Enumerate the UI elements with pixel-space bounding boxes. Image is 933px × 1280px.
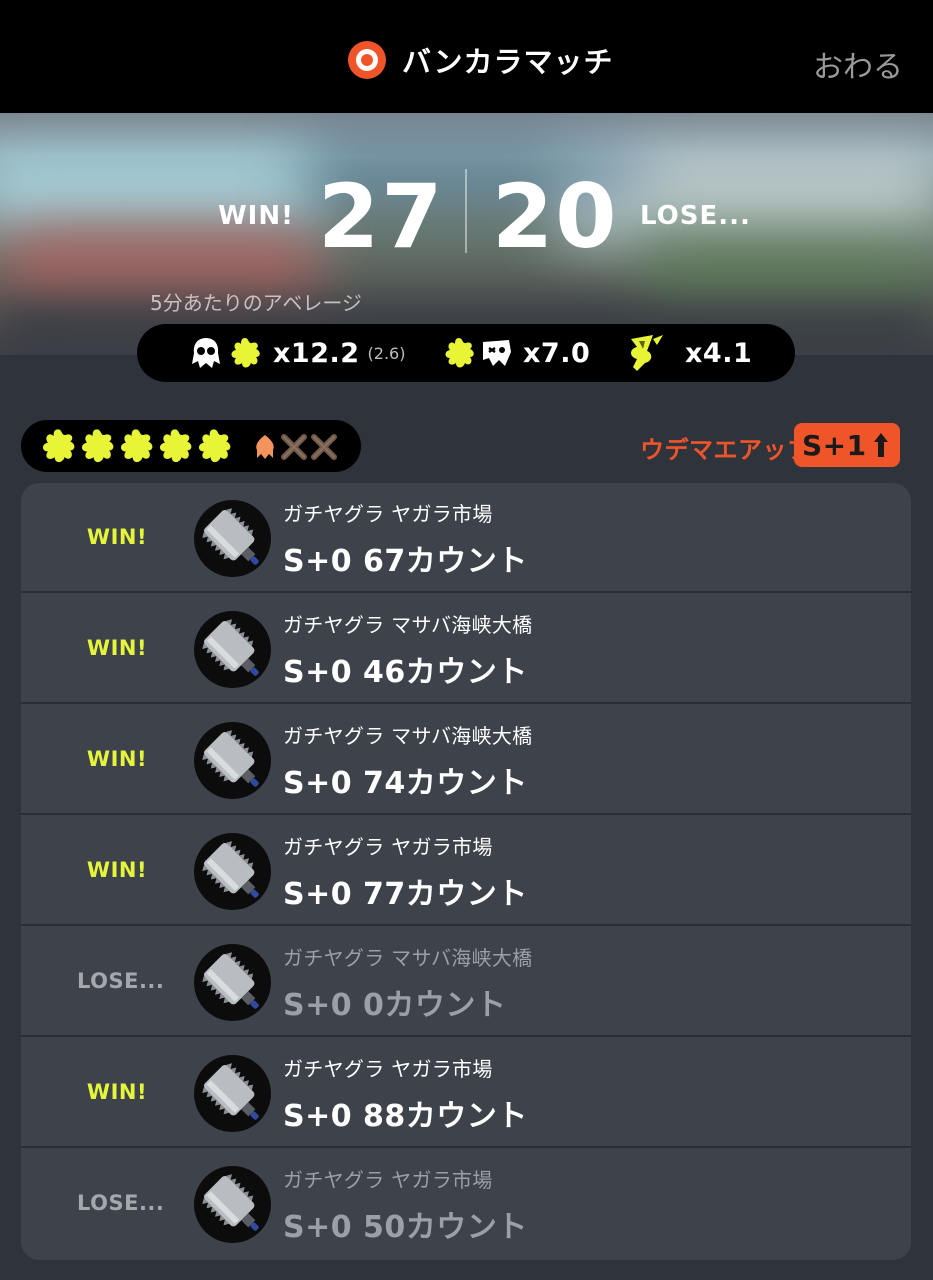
match-result: LOSE... xyxy=(77,1191,165,1215)
match-row[interactable]: LOSE... ガチヤグラ マサバ海峡大橋 S+0 0カウント xyxy=(21,927,911,1037)
page-title: バンカラマッチ xyxy=(402,45,614,79)
match-mode-stage: ガチヤグラ ヤガラ市場 xyxy=(283,835,493,859)
ink-splat-icon xyxy=(227,335,263,371)
match-result: WIN! xyxy=(86,636,148,660)
their-score: 20 xyxy=(492,165,619,268)
death-value: x7.0 xyxy=(523,337,591,369)
special-stat: x4.1 xyxy=(623,334,752,372)
close-button[interactable]: おわる xyxy=(813,42,903,86)
match-result: WIN! xyxy=(86,1080,148,1104)
match-row[interactable]: WIN! ガチヤグラ ヤガラ市場 S+0 88カウント xyxy=(21,1038,911,1148)
dynamo-roller-icon xyxy=(194,833,271,910)
average-caption: 5分あたりのアベレージ xyxy=(150,291,362,315)
match-mode-stage: ガチヤグラ ヤガラ市場 xyxy=(283,502,493,526)
match-history-list: WIN! ガチヤグラ ヤガラ市場 S+0 67カウント WIN! ガチヤグラ マサバ海峡… xyxy=(21,483,911,1260)
match-rank-count: S+0 50カウント xyxy=(283,1210,528,1245)
win-splat-icon xyxy=(194,426,234,466)
squid-death-icon xyxy=(479,336,513,370)
win-splat-icon xyxy=(77,426,117,466)
our-score: 27 xyxy=(318,165,445,268)
match-result: WIN! xyxy=(86,858,148,882)
ink-splat-icon xyxy=(441,335,477,371)
score-divider xyxy=(465,169,467,253)
match-result: WIN! xyxy=(86,525,148,549)
result-hero: WIN! 27 20 LOSE... 5分あたりのアベレージ xyxy=(0,113,933,355)
bankara-emblem-icon xyxy=(348,41,386,79)
match-rank-count: S+0 67カウント xyxy=(283,544,528,579)
win-splat-icon xyxy=(116,426,156,466)
match-rank-count: S+0 88カウント xyxy=(283,1099,528,1134)
top-bar: バンカラマッチ おわる xyxy=(0,0,933,113)
header-title-group: バンカラマッチ xyxy=(348,40,613,80)
death-stat: x7.0 xyxy=(441,334,590,372)
match-mode-stage: ガチヤグラ ヤガラ市場 xyxy=(283,1057,493,1081)
match-rank-count: S+0 74カウント xyxy=(283,766,528,801)
match-rank-count: S+0 0カウント xyxy=(283,988,507,1023)
dynamo-roller-icon xyxy=(194,944,271,1021)
score-lose-label: LOSE... xyxy=(640,201,751,231)
kill-assist-value: x12.2 xyxy=(273,337,360,369)
match-result: WIN! xyxy=(86,747,148,771)
special-weapon-icon xyxy=(623,333,667,373)
score-win-label: WIN! xyxy=(218,201,294,231)
rank-progress-bar xyxy=(21,420,361,472)
dynamo-roller-icon xyxy=(194,1055,271,1132)
rankup-badge: S+1 xyxy=(794,423,900,467)
dynamo-roller-icon xyxy=(194,1166,271,1243)
match-row[interactable]: LOSE... ガチヤグラ ヤガラ市場 S+0 50カウント xyxy=(21,1149,911,1259)
loss-x-icon xyxy=(311,434,337,460)
match-rank-count: S+0 46カウント xyxy=(283,655,528,690)
squid-kill-icon xyxy=(189,336,223,370)
match-row[interactable]: WIN! ガチヤグラ マサバ海峡大橋 S+0 46カウント xyxy=(21,594,911,704)
stats-bar: x12.2 (2.6) x7.0 x4.1 xyxy=(137,324,795,382)
match-result: LOSE... xyxy=(77,969,165,993)
rankup-badge-text: S+1 xyxy=(802,428,867,462)
assist-value: (2.6) xyxy=(367,343,406,363)
match-row[interactable]: WIN! ガチヤグラ ヤガラ市場 S+0 67カウント xyxy=(21,483,911,593)
special-value: x4.1 xyxy=(685,337,753,369)
dynamo-roller-icon xyxy=(194,611,271,688)
match-row[interactable]: WIN! ガチヤグラ ヤガラ市場 S+0 77カウント xyxy=(21,816,911,926)
match-mode-stage: ガチヤグラ マサバ海峡大橋 xyxy=(283,613,533,637)
match-rank-count: S+0 77カウント xyxy=(283,877,528,912)
match-mode-stage: ガチヤグラ マサバ海峡大橋 xyxy=(283,946,533,970)
win-splat-icon xyxy=(155,426,195,466)
dynamo-roller-icon xyxy=(194,500,271,577)
match-row[interactable]: WIN! ガチヤグラ マサバ海峡大橋 S+0 74カウント xyxy=(21,705,911,815)
loss-x-icon xyxy=(281,434,307,460)
match-mode-stage: ガチヤグラ マサバ海峡大橋 xyxy=(283,724,533,748)
kill-assist-stat: x12.2 (2.6) xyxy=(189,334,405,372)
match-mode-stage: ガチヤグラ ヤガラ市場 xyxy=(283,1168,493,1192)
lives-squid-icon xyxy=(253,434,277,460)
up-arrow-icon xyxy=(873,432,889,458)
win-splat-icon xyxy=(38,426,78,466)
dynamo-roller-icon xyxy=(194,722,271,799)
